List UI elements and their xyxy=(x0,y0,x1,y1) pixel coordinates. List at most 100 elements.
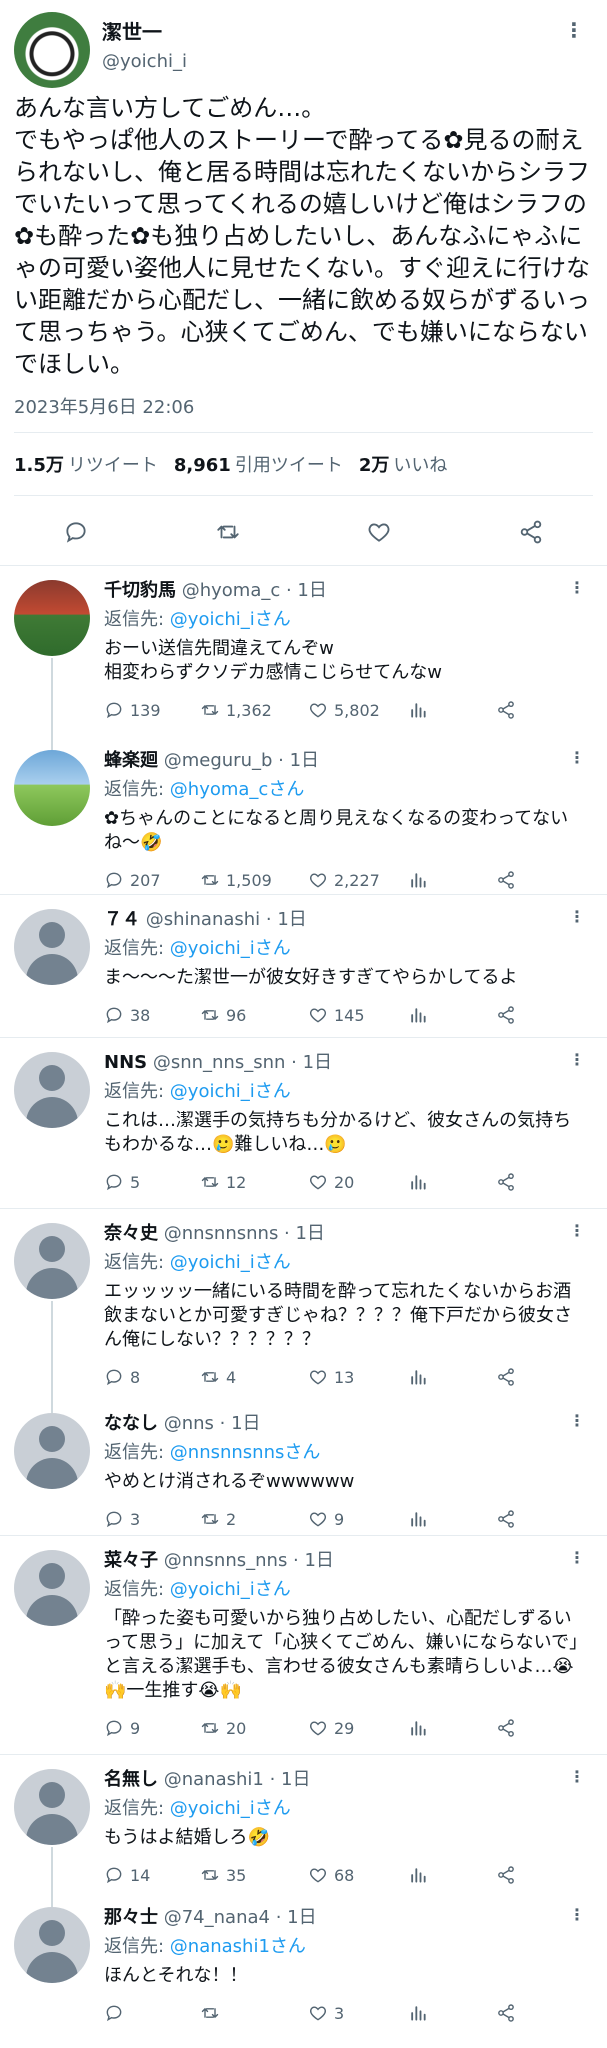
reply-item[interactable]: ⋮ ７４ @shinanashi · 1日 返信先: @yoichi_iさん ま… xyxy=(0,895,607,1038)
handle[interactable]: @yoichi_i xyxy=(102,51,187,72)
avatar[interactable] xyxy=(14,1223,90,1299)
reply-button[interactable]: 38 xyxy=(104,1005,200,1025)
analytics-button[interactable] xyxy=(408,1718,496,1738)
reply-button[interactable]: 9 xyxy=(104,1718,200,1738)
reply-author-name[interactable]: 名無し xyxy=(104,1769,158,1790)
avatar[interactable] xyxy=(14,1052,90,1128)
reply-button[interactable]: 3 xyxy=(104,1509,200,1529)
reply-to-link[interactable]: @yoichi_iさん xyxy=(170,1579,291,1600)
more-icon[interactable]: ⋮ xyxy=(569,1221,585,1240)
avatar[interactable] xyxy=(14,1907,90,1983)
avatar[interactable] xyxy=(14,1550,90,1626)
share-button[interactable] xyxy=(496,1367,516,1387)
quote-stat[interactable]: 8,961 引用ツイート xyxy=(174,451,343,477)
reply-to-link[interactable]: @nnsnnsnnsさん xyxy=(170,1442,321,1463)
more-icon[interactable]: ⋮ xyxy=(569,578,585,597)
retweet-button[interactable]: 96 xyxy=(200,1005,308,1025)
reply-author-name[interactable]: NNS xyxy=(104,1052,147,1073)
more-icon[interactable]: ⋮ xyxy=(569,907,585,926)
avatar[interactable] xyxy=(14,580,90,656)
avatar[interactable] xyxy=(14,750,90,826)
reply-to-link[interactable]: @yoichi_iさん xyxy=(170,1252,291,1273)
share-button[interactable] xyxy=(496,2003,516,2023)
analytics-button[interactable] xyxy=(408,1865,496,1885)
reply-button[interactable]: 207 xyxy=(104,870,200,890)
share-icon[interactable] xyxy=(518,519,544,545)
reply-handle-time[interactable]: @meguru_b · 1日 xyxy=(164,750,319,771)
analytics-button[interactable] xyxy=(408,1172,496,1192)
reply-author-name[interactable]: 那々士 xyxy=(104,1907,158,1928)
reply-item[interactable]: ⋮ ななし @nns · 1日 返信先: @nnsnnsnnsさん やめとけ消さ… xyxy=(0,1399,607,1536)
reply-button[interactable]: 14 xyxy=(104,1865,200,1885)
reply-handle-time[interactable]: @hyoma_c · 1日 xyxy=(182,580,327,601)
reply-icon[interactable] xyxy=(63,519,89,545)
more-icon[interactable]: ⋮ xyxy=(564,18,585,42)
analytics-button[interactable] xyxy=(408,1005,496,1025)
reply-author-name[interactable]: ７４ xyxy=(104,909,140,930)
reply-button[interactable]: 8 xyxy=(104,1367,200,1387)
reply-button[interactable]: 139 xyxy=(104,700,200,720)
reply-to-link[interactable]: @hyoma_cさん xyxy=(170,779,305,800)
tweet-timestamp[interactable]: 2023年5月6日 22:06 xyxy=(14,393,194,419)
analytics-button[interactable] xyxy=(408,870,496,890)
share-button[interactable] xyxy=(496,870,516,890)
reply-to-link[interactable]: @yoichi_iさん xyxy=(170,1798,291,1819)
reply-handle-time[interactable]: @shinanashi · 1日 xyxy=(146,909,307,930)
share-button[interactable] xyxy=(496,1718,516,1738)
retweet-button[interactable] xyxy=(200,2003,308,2023)
avatar[interactable] xyxy=(14,12,90,88)
more-icon[interactable]: ⋮ xyxy=(569,1050,585,1069)
like-button[interactable]: 68 xyxy=(308,1865,408,1885)
like-button[interactable]: 3 xyxy=(308,2003,408,2023)
reply-handle-time[interactable]: @74_nana4 · 1日 xyxy=(164,1907,317,1928)
like-button[interactable]: 145 xyxy=(308,1005,408,1025)
analytics-button[interactable] xyxy=(408,700,496,720)
avatar[interactable] xyxy=(14,909,90,985)
like-button[interactable]: 5,802 xyxy=(308,700,408,720)
reply-button[interactable]: 5 xyxy=(104,1172,200,1192)
reply-handle-time[interactable]: @nanashi1 · 1日 xyxy=(164,1769,311,1790)
retweet-button[interactable]: 12 xyxy=(200,1172,308,1192)
reply-to-link[interactable]: @yoichi_iさん xyxy=(170,938,291,959)
retweet-button[interactable]: 1,509 xyxy=(200,870,308,890)
reply-author-name[interactable]: 蜂楽廻 xyxy=(104,750,158,771)
retweet-stat[interactable]: 1.5万 リツイート xyxy=(14,451,158,477)
reply-to-link[interactable]: @yoichi_iさん xyxy=(170,609,291,630)
reply-author-name[interactable]: 千切豹馬 xyxy=(104,580,176,601)
reply-button[interactable] xyxy=(104,2003,200,2023)
reply-handle-time[interactable]: @snn_nns_snn · 1日 xyxy=(153,1052,332,1073)
reply-item[interactable]: ⋮ 名無し @nanashi1 · 1日 返信先: @yoichi_iさん もう… xyxy=(0,1755,607,1893)
like-button[interactable]: 20 xyxy=(308,1172,408,1192)
analytics-button[interactable] xyxy=(408,1509,496,1529)
reply-handle-time[interactable]: @nnsnnsnns · 1日 xyxy=(164,1223,325,1244)
reply-handle-time[interactable]: @nnsnns_nns · 1日 xyxy=(164,1550,334,1571)
like-button[interactable]: 29 xyxy=(308,1718,408,1738)
retweet-button[interactable]: 20 xyxy=(200,1718,308,1738)
like-button[interactable]: 9 xyxy=(308,1509,408,1529)
reply-item[interactable]: ⋮ 那々士 @74_nana4 · 1日 返信先: @nanashi1さん ほん… xyxy=(0,1893,607,2033)
reply-author-name[interactable]: ななし xyxy=(104,1413,158,1434)
like-stat[interactable]: 2万 いいね xyxy=(359,451,448,477)
share-button[interactable] xyxy=(496,1005,516,1025)
retweet-icon[interactable] xyxy=(215,519,241,545)
reply-handle-time[interactable]: @nns · 1日 xyxy=(164,1413,261,1434)
more-icon[interactable]: ⋮ xyxy=(569,748,585,767)
like-button[interactable]: 13 xyxy=(308,1367,408,1387)
more-icon[interactable]: ⋮ xyxy=(569,1767,585,1786)
analytics-button[interactable] xyxy=(408,2003,496,2023)
reply-author-name[interactable]: 奈々史 xyxy=(104,1223,158,1244)
retweet-button[interactable]: 1,362 xyxy=(200,700,308,720)
analytics-button[interactable] xyxy=(408,1367,496,1387)
reply-item[interactable]: ⋮ 蜂楽廻 @meguru_b · 1日 返信先: @hyoma_cさん ✿ちゃ… xyxy=(0,736,607,895)
like-icon[interactable] xyxy=(366,519,392,545)
reply-to-link[interactable]: @yoichi_iさん xyxy=(170,1081,291,1102)
avatar[interactable] xyxy=(14,1769,90,1845)
reply-item[interactable]: ⋮ 奈々史 @nnsnnsnns · 1日 返信先: @yoichi_iさん エ… xyxy=(0,1209,607,1399)
like-button[interactable]: 2,227 xyxy=(308,870,408,890)
reply-to-link[interactable]: @nanashi1さん xyxy=(170,1936,306,1957)
avatar[interactable] xyxy=(14,1413,90,1489)
more-icon[interactable]: ⋮ xyxy=(569,1411,585,1430)
more-icon[interactable]: ⋮ xyxy=(569,1905,585,1924)
reply-author-name[interactable]: 菜々子 xyxy=(104,1550,158,1571)
share-button[interactable] xyxy=(496,1172,516,1192)
